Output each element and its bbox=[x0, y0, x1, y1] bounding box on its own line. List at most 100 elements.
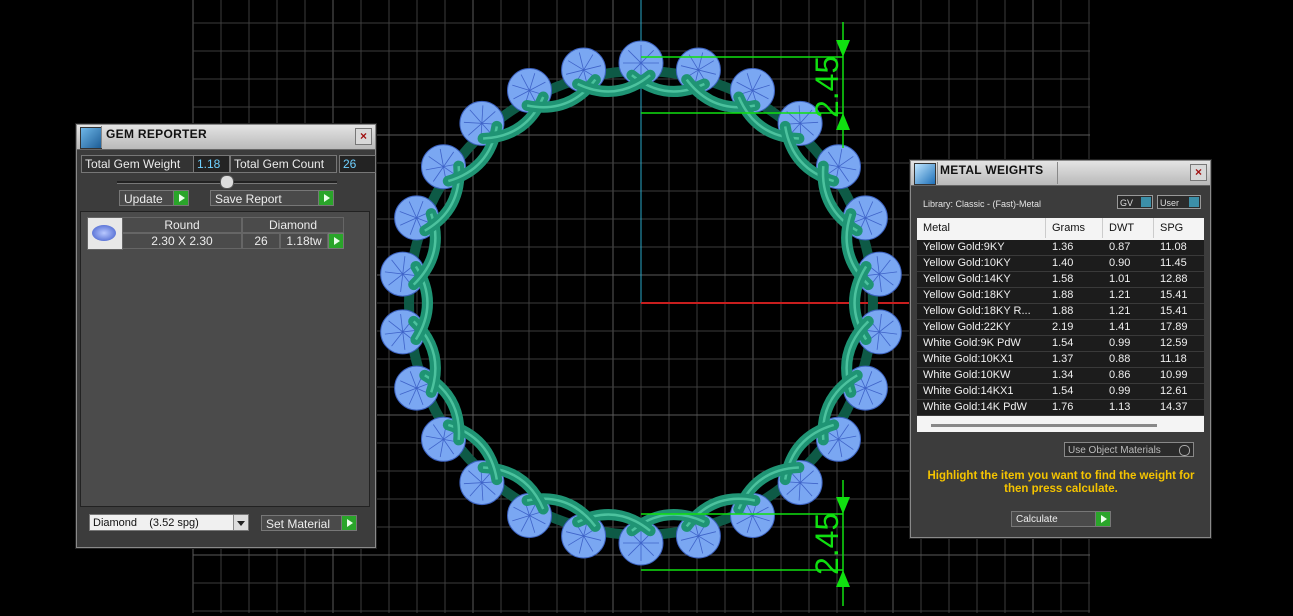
gem-material: Diamond bbox=[242, 217, 344, 233]
cell-dwt: 1.01 bbox=[1109, 273, 1131, 285]
gem-row[interactable]: Round Diamond 2.30 X 2.30 26 1.18tw bbox=[87, 217, 345, 250]
cell-metal: Yellow Gold:18KY bbox=[923, 289, 1011, 301]
gem-count: 26 bbox=[242, 233, 280, 249]
material-select[interactable]: Diamond (3.52 spg) bbox=[89, 514, 249, 531]
radio-icon bbox=[1179, 445, 1190, 456]
table-row[interactable]: Yellow Gold:14KY 1.58 1.01 12.88 bbox=[917, 272, 1204, 288]
cell-grams: 1.58 bbox=[1052, 273, 1074, 285]
cell-grams: 1.54 bbox=[1052, 337, 1074, 349]
table-row[interactable]: White Gold:14K PdW 1.76 1.13 14.37 bbox=[917, 400, 1204, 416]
report-slider-handle[interactable] bbox=[220, 175, 234, 189]
update-button-label: Update bbox=[124, 192, 163, 206]
column-header-metal[interactable]: Metal bbox=[923, 218, 1046, 238]
cell-dwt: 0.99 bbox=[1109, 385, 1131, 397]
diamond-thumbnail-icon bbox=[87, 217, 123, 250]
cell-spg: 17.89 bbox=[1160, 321, 1188, 333]
toggle-indicator-icon bbox=[1189, 197, 1199, 207]
cell-spg: 12.61 bbox=[1160, 385, 1188, 397]
calculate-button-label: Calculate bbox=[1016, 514, 1058, 525]
instruction-text: Highlight the item you want to find the … bbox=[927, 470, 1195, 495]
user-toggle[interactable]: User bbox=[1157, 195, 1201, 209]
save-report-button-label: Save Report bbox=[215, 192, 282, 206]
table-row[interactable]: Yellow Gold:22KY 2.19 1.41 17.89 bbox=[917, 320, 1204, 336]
gem-weight: 1.18tw bbox=[280, 233, 328, 249]
cell-metal: White Gold:14KX1 bbox=[923, 385, 1014, 397]
metal-weights-titlebar[interactable]: METAL WEIGHTS × bbox=[911, 161, 1210, 186]
cell-grams: 1.76 bbox=[1052, 401, 1074, 413]
play-arrow-icon bbox=[341, 516, 356, 530]
dimension-bottom-label: 2.45 bbox=[809, 513, 845, 575]
set-material-button[interactable]: Set Material bbox=[261, 515, 357, 531]
cell-grams: 1.40 bbox=[1052, 257, 1074, 269]
use-object-materials-toggle[interactable]: Use Object Materials bbox=[1064, 442, 1194, 457]
toggle-indicator-icon bbox=[1141, 197, 1151, 207]
cell-dwt: 1.21 bbox=[1109, 289, 1131, 301]
scale-icon bbox=[914, 163, 936, 185]
cell-metal: Yellow Gold:10KY bbox=[923, 257, 1011, 269]
gem-list: Round Diamond 2.30 X 2.30 26 1.18tw bbox=[80, 211, 370, 507]
column-header-dwt[interactable]: DWT bbox=[1109, 218, 1154, 238]
column-header-grams[interactable]: Grams bbox=[1052, 218, 1103, 238]
cell-metal: Yellow Gold:9KY bbox=[923, 241, 1005, 253]
metal-weights-table[interactable]: Metal Grams DWT SPG Yellow Gold:9KY 1.36 0… bbox=[917, 218, 1204, 432]
cell-grams: 1.36 bbox=[1052, 241, 1074, 253]
cell-spg: 11.45 bbox=[1160, 257, 1187, 269]
metal-weights-title: METAL WEIGHTS bbox=[940, 163, 1044, 177]
cell-grams: 1.34 bbox=[1052, 369, 1074, 381]
material-select-value: Diamond (3.52 spg) bbox=[93, 517, 199, 529]
column-header-spg[interactable]: SPG bbox=[1160, 218, 1204, 238]
save-report-button[interactable]: Save Report bbox=[210, 190, 334, 206]
cell-dwt: 1.41 bbox=[1109, 321, 1131, 333]
cell-dwt: 1.21 bbox=[1109, 305, 1131, 317]
cell-dwt: 1.13 bbox=[1109, 401, 1131, 413]
cell-spg: 15.41 bbox=[1160, 305, 1188, 317]
cell-dwt: 0.87 bbox=[1109, 241, 1131, 253]
cell-grams: 1.54 bbox=[1052, 385, 1074, 397]
user-toggle-label: User bbox=[1160, 198, 1180, 208]
cell-metal: Yellow Gold:14KY bbox=[923, 273, 1011, 285]
table-row[interactable]: Yellow Gold:9KY 1.36 0.87 11.08 bbox=[917, 240, 1204, 256]
table-row[interactable]: Yellow Gold:10KY 1.40 0.90 11.45 bbox=[917, 256, 1204, 272]
cell-spg: 15.41 bbox=[1160, 289, 1188, 301]
gem-reporter-title: GEM REPORTER bbox=[106, 127, 207, 141]
dimension-top-label: 2.45 bbox=[809, 56, 845, 118]
gv-toggle-label: GV bbox=[1120, 198, 1134, 208]
cell-metal: Yellow Gold:22KY bbox=[923, 321, 1011, 333]
gem-size: 2.30 X 2.30 bbox=[122, 233, 242, 249]
table-row[interactable]: Yellow Gold:18KY R... 1.88 1.21 15.41 bbox=[917, 304, 1204, 320]
cell-dwt: 0.90 bbox=[1109, 257, 1131, 269]
table-row[interactable]: White Gold:10KW 1.34 0.86 10.99 bbox=[917, 368, 1204, 384]
play-arrow-icon bbox=[1095, 512, 1110, 526]
close-icon[interactable]: × bbox=[355, 128, 372, 145]
gem-shape: Round bbox=[122, 217, 242, 233]
gv-toggle[interactable]: GV bbox=[1117, 195, 1153, 209]
table-row[interactable]: White Gold:14KX1 1.54 0.99 12.61 bbox=[917, 384, 1204, 400]
cell-dwt: 0.88 bbox=[1109, 353, 1131, 365]
update-button[interactable]: Update bbox=[119, 190, 189, 206]
total-gem-count-label: Total Gem Count bbox=[230, 155, 337, 173]
gem-row-button[interactable] bbox=[328, 233, 344, 249]
play-arrow-icon bbox=[328, 234, 343, 248]
cell-grams: 1.37 bbox=[1052, 353, 1074, 365]
gem-reporter-panel: GEM REPORTER × Total Gem Weight 1.18 Tot… bbox=[76, 124, 376, 548]
cell-metal: White Gold:10KW bbox=[923, 369, 1011, 381]
chevron-down-icon[interactable] bbox=[233, 515, 248, 530]
library-label: Library: Classic - (Fast)-Metal bbox=[923, 199, 1042, 209]
cell-dwt: 0.99 bbox=[1109, 337, 1131, 349]
set-material-button-label: Set Material bbox=[266, 517, 331, 531]
cell-spg: 11.18 bbox=[1160, 353, 1187, 365]
cell-grams: 1.88 bbox=[1052, 305, 1074, 317]
metal-weights-panel: METAL WEIGHTS × Library: Classic - (Fast… bbox=[910, 160, 1211, 538]
gem-reporter-titlebar[interactable]: GEM REPORTER × bbox=[77, 125, 375, 150]
close-icon[interactable]: × bbox=[1190, 164, 1207, 181]
cell-spg: 12.59 bbox=[1160, 337, 1188, 349]
cell-spg: 12.88 bbox=[1160, 273, 1188, 285]
cell-dwt: 0.86 bbox=[1109, 369, 1131, 381]
cell-metal: Yellow Gold:18KY R... bbox=[923, 305, 1031, 317]
horizontal-scrollbar[interactable] bbox=[931, 424, 1157, 427]
calculate-button[interactable]: Calculate bbox=[1011, 511, 1111, 527]
table-row[interactable]: Yellow Gold:18KY 1.88 1.21 15.41 bbox=[917, 288, 1204, 304]
table-row[interactable]: White Gold:9K PdW 1.54 0.99 12.59 bbox=[917, 336, 1204, 352]
table-row[interactable]: White Gold:10KX1 1.37 0.88 11.18 bbox=[917, 352, 1204, 368]
play-arrow-icon bbox=[318, 191, 333, 205]
